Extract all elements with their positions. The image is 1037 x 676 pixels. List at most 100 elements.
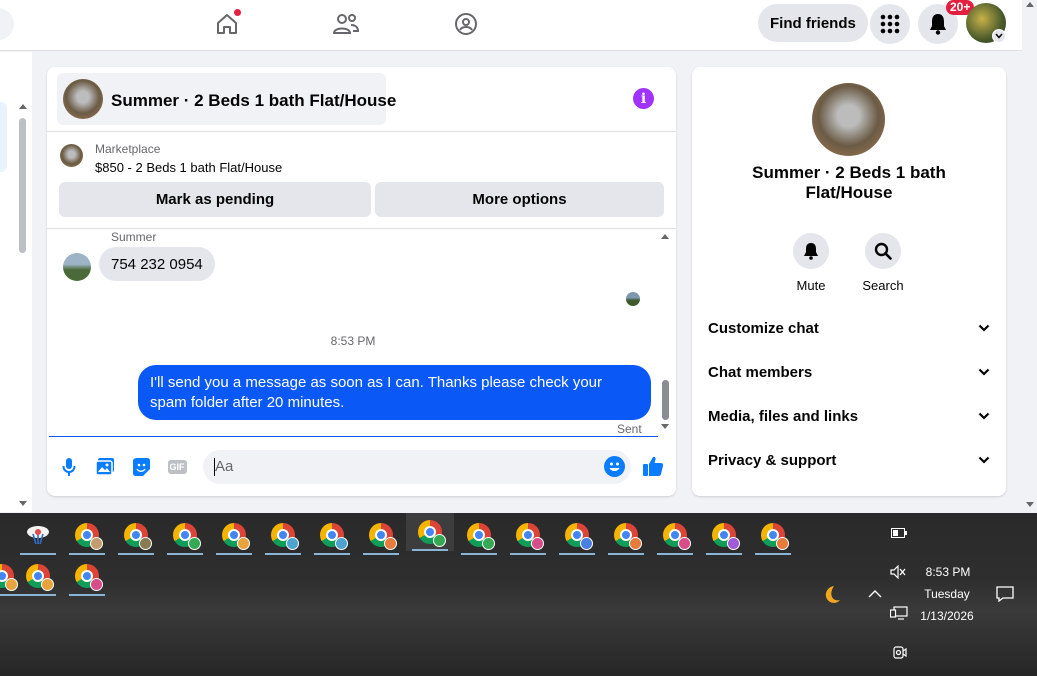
page-scroll-up-icon[interactable] xyxy=(1026,2,1034,7)
chrome-icon xyxy=(75,564,103,591)
taskbar-chrome-profile-active[interactable] xyxy=(406,513,454,551)
messages-scrollbar[interactable] xyxy=(662,380,669,420)
chrome-icon xyxy=(565,523,593,550)
taskbar-running-indicator xyxy=(265,553,301,555)
search-field-stub[interactable] xyxy=(0,8,14,40)
taskbar-chrome-profile[interactable] xyxy=(67,515,107,555)
marketplace-thumbnail xyxy=(60,144,83,167)
taskbar-running-indicator xyxy=(706,553,742,555)
left-chat-list-strip xyxy=(0,52,32,512)
find-friends-button[interactable]: Find friends xyxy=(758,4,868,42)
info-icon[interactable]: i xyxy=(633,88,654,109)
taskbar-app-cloud[interactable] xyxy=(18,515,58,555)
page-scrollbar[interactable] xyxy=(1022,0,1037,513)
section-label: Chat members xyxy=(708,363,813,381)
messages-scroll-up-icon[interactable] xyxy=(661,234,669,239)
page-scroll-down-icon[interactable] xyxy=(1026,502,1034,507)
moon-icon[interactable] xyxy=(818,583,842,607)
taskbar-running-indicator xyxy=(20,553,56,555)
taskbar-chrome-profile[interactable] xyxy=(606,515,646,555)
groups-icon[interactable] xyxy=(448,8,484,40)
taskbar-chrome-profile[interactable] xyxy=(361,515,401,555)
taskbar-chrome-profile[interactable] xyxy=(655,515,695,555)
scroll-up-arrow-icon[interactable] xyxy=(19,104,27,109)
menu-grid-icon[interactable] xyxy=(870,4,910,44)
scroll-down-arrow-icon[interactable] xyxy=(19,501,27,506)
listing-price-title[interactable]: $850 - 2 Beds 1 bath Flat/House xyxy=(95,160,282,175)
chrome-icon xyxy=(516,523,544,550)
chevron-down-icon xyxy=(978,456,990,464)
thumbs-up-icon[interactable] xyxy=(642,455,664,477)
chrome-icon xyxy=(173,523,201,550)
message-input-placeholder: Aa xyxy=(215,458,234,475)
taskbar-running-indicator xyxy=(755,553,791,555)
gif-icon[interactable]: GIF xyxy=(166,456,188,478)
marketplace-label: Marketplace xyxy=(95,142,161,156)
chrome-icon xyxy=(418,520,446,547)
taskbar-chrome-profile[interactable] xyxy=(459,515,499,555)
left-scrollbar[interactable] xyxy=(19,118,26,253)
action-center-icon[interactable] xyxy=(996,585,1014,603)
friends-icon[interactable] xyxy=(328,8,364,40)
top-navigation-bar: Find friends 20+ xyxy=(0,0,1022,51)
conversation-avatar[interactable] xyxy=(812,83,885,156)
search-button[interactable]: Search xyxy=(853,233,913,293)
gif-label: GIF xyxy=(167,460,187,474)
volume-muted-icon[interactable] xyxy=(890,564,906,580)
divider xyxy=(47,131,676,132)
chrome-icon xyxy=(712,523,740,550)
section-customize-chat[interactable]: Customize chat xyxy=(708,316,990,340)
section-label: Privacy & support xyxy=(708,451,837,469)
message-input[interactable]: Aa xyxy=(203,450,631,484)
mute-button[interactable]: Mute xyxy=(781,233,841,293)
mark-as-pending-button[interactable]: Mark as pending xyxy=(59,182,371,217)
home-notification-dot xyxy=(234,9,241,16)
taskbar-running-indicator xyxy=(363,553,399,555)
taskbar-chrome-profile[interactable] xyxy=(18,556,58,596)
network-icon[interactable] xyxy=(890,605,908,621)
taskbar-chrome-profile[interactable] xyxy=(263,515,303,555)
taskbar-chrome-profile[interactable] xyxy=(557,515,597,555)
taskbar-chrome-profile[interactable] xyxy=(753,515,793,555)
taskbar-chrome-profile[interactable] xyxy=(704,515,744,555)
clock-time[interactable]: 8:53 PM xyxy=(920,565,976,579)
photo-icon[interactable] xyxy=(94,456,116,478)
message-status: Sent xyxy=(617,422,642,436)
taskbar-chrome-profile[interactable] xyxy=(508,515,548,555)
home-icon[interactable] xyxy=(209,8,245,40)
sender-avatar[interactable] xyxy=(63,253,91,281)
section-label: Customize chat xyxy=(708,319,819,337)
more-options-button[interactable]: More options xyxy=(375,182,664,217)
chat-title: Summer · 2 Beds 1 bath Flat/House xyxy=(111,91,397,110)
emoji-icon[interactable] xyxy=(604,456,625,477)
show-hidden-icons-chevron-up-icon[interactable] xyxy=(867,588,883,600)
meet-camera-icon[interactable] xyxy=(892,644,908,662)
taskbar-chrome-profile[interactable] xyxy=(214,515,254,555)
messages-scroll-down-icon[interactable] xyxy=(661,424,669,429)
clock-day[interactable]: Tuesday xyxy=(917,587,977,601)
selected-chat-indicator[interactable] xyxy=(0,102,7,172)
outgoing-message-bubble[interactable]: I'll send you a message as soon as I can… xyxy=(138,365,651,420)
clock-date[interactable]: 1/13/2026 xyxy=(915,609,979,623)
listing-thumbnail xyxy=(63,79,103,119)
chrome-icon xyxy=(222,523,250,550)
section-privacy-support[interactable]: Privacy & support xyxy=(708,448,990,472)
battery-icon[interactable] xyxy=(891,526,907,540)
taskbar-chrome-profile[interactable] xyxy=(165,515,205,555)
mute-bell-icon xyxy=(793,233,829,269)
chevron-down-icon xyxy=(978,412,990,420)
incoming-message-bubble[interactable]: 754 232 0954 xyxy=(99,247,215,281)
chrome-icon xyxy=(369,523,397,550)
account-chevron-down-icon[interactable] xyxy=(992,29,1006,43)
taskbar-running-indicator xyxy=(118,553,154,555)
section-chat-members[interactable]: Chat members xyxy=(708,360,990,384)
taskbar-chrome-profile[interactable] xyxy=(312,515,352,555)
conversation-details-panel: Summer · 2 Beds 1 bath Flat/House Mute S… xyxy=(692,67,1006,496)
message-timestamp: 8:53 PM xyxy=(330,334,376,348)
chrome-icon xyxy=(0,564,18,591)
sticker-icon[interactable] xyxy=(130,456,152,478)
microphone-icon[interactable] xyxy=(58,456,80,478)
taskbar-chrome-profile[interactable] xyxy=(116,515,156,555)
section-media-files-links[interactable]: Media, files and links xyxy=(708,404,990,428)
taskbar-chrome-profile[interactable] xyxy=(67,556,107,596)
